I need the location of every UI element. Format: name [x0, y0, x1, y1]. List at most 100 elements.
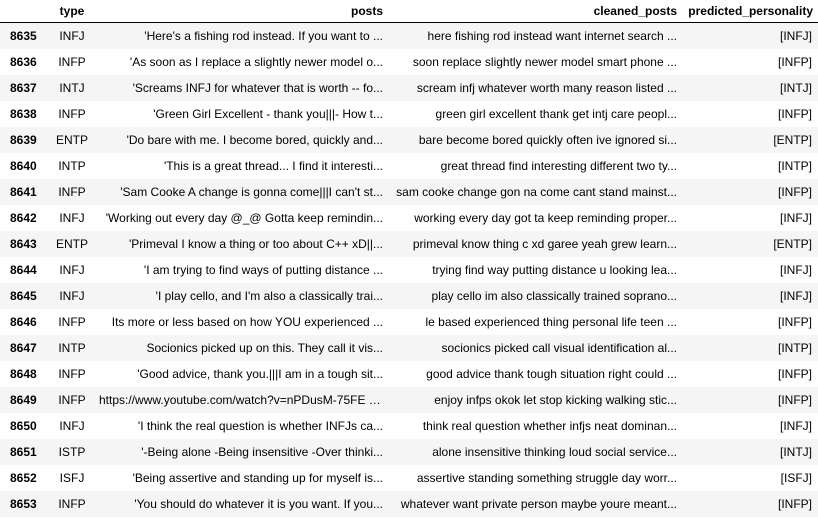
- type-cell: INFP: [58, 314, 86, 329]
- table-row: 8635 INFJ 'Here's a fishing rod instead. I…: [0, 22, 818, 49]
- posts-cell: 'Do bare with me. I become bored, quickl…: [126, 132, 383, 147]
- table-row: 8644 INFJ 'I am trying to find ways of put…: [0, 256, 818, 283]
- posts-cell: Socionics picked up on this. They call i…: [146, 340, 383, 355]
- posts-cell: 'Primeval I know a thing or too about C+…: [129, 236, 383, 251]
- type-cell: INTP: [58, 158, 86, 173]
- cleaned-posts-cell: primeval know thing c xd garee yeah grew…: [412, 236, 677, 251]
- predicted-personality-cell: [INFP]: [777, 54, 812, 69]
- posts-cell: 'Screams INFJ for whatever that is worth…: [132, 80, 383, 95]
- table-row: 8650 INFJ 'I think the real question is wh…: [0, 412, 818, 439]
- predicted-personality-cell: [ENTP]: [773, 132, 812, 147]
- predicted-personality-cell: [INTJ]: [780, 80, 812, 95]
- predicted-personality-cell: [INFP]: [777, 314, 812, 329]
- posts-cell: 'This is a great thread... I find it int…: [163, 158, 383, 173]
- cleaned-posts-cell: good advice thank tough situation right …: [426, 366, 677, 381]
- posts-column-header: posts: [94, 0, 388, 23]
- type-cell: ISTP: [58, 444, 86, 459]
- posts-cell: 'I am trying to find ways of putting dis…: [143, 262, 383, 277]
- type-cell: INFJ: [59, 28, 85, 43]
- table-row: 8638 INFP 'Green Girl Excellent - thank yo…: [0, 100, 818, 127]
- predicted-personality-cell: [ISFJ]: [780, 470, 812, 485]
- posts-cell: 'Good advice, thank you.|||I am in a tou…: [137, 366, 383, 381]
- predicted-personality-cell: [ENTP]: [773, 236, 812, 251]
- posts-cell: 'Sam Cooke A change is gonna come|||I ca…: [120, 184, 383, 199]
- cleaned-posts-cell: assertive standing something struggle da…: [416, 470, 677, 485]
- cleaned-posts-cell: working every day got ta keep reminding …: [414, 210, 677, 225]
- table-header: type posts cleaned_posts predicted_perso…: [0, 0, 818, 23]
- predicted-personality-cell: [INFP]: [777, 392, 812, 407]
- table-row: 8646 INFP Its more or less based on how YO…: [0, 308, 818, 335]
- row-index: 8635: [10, 28, 37, 43]
- row-index: 8642: [10, 210, 37, 225]
- cleaned-posts-cell: whatever want private person maybe youre…: [400, 496, 677, 511]
- predicted-personality-cell: [INFJ]: [780, 210, 812, 225]
- posts-cell: 'Green Girl Excellent - thank you|||- Ho…: [153, 106, 383, 121]
- row-index: 8643: [10, 236, 37, 251]
- type-cell: INFJ: [59, 418, 85, 433]
- predicted-personality-cell: [INFP]: [777, 496, 812, 511]
- table-row: 8649 INFP https://www.youtube.com/watch?v=…: [0, 386, 818, 413]
- table-row: 8645 INFJ 'I play cello, and I'm also a cl…: [0, 282, 818, 309]
- cleaned-posts-cell: great thread find interesting different …: [440, 158, 677, 173]
- posts-cell: 'As soon as I replace a slightly newer m…: [129, 54, 383, 69]
- row-index: 8645: [10, 288, 37, 303]
- cleaned-posts-cell: soon replace slightly newer model smart …: [412, 54, 677, 69]
- cleaned-posts-cell: scream infj whatever worth many reason l…: [416, 80, 677, 95]
- dataframe-table: type posts cleaned_posts predicted_perso…: [0, 0, 818, 517]
- row-index: 8638: [10, 106, 37, 121]
- cleaned-posts-cell: think real question whether infjs neat d…: [422, 418, 677, 433]
- row-index: 8640: [10, 158, 37, 173]
- type-cell: ISFJ: [59, 470, 85, 485]
- row-index: 8647: [10, 340, 37, 355]
- cleaned-posts-cell: play cello im also classically trained s…: [431, 288, 677, 303]
- table-row: 8648 INFP 'Good advice, thank you.|||I am …: [0, 360, 818, 387]
- row-index: 8637: [10, 80, 37, 95]
- predicted-personality-cell: [INFP]: [777, 106, 812, 121]
- table-row: 8643 ENTP 'Primeval I know a thing or too …: [0, 230, 818, 257]
- type-cell: ENTP: [55, 132, 88, 147]
- row-index: 8650: [10, 418, 37, 433]
- type-cell: INTP: [58, 340, 86, 355]
- predicted-personality-cell: [INTP]: [777, 340, 812, 355]
- table-row: 8641 INFP 'Sam Cooke A change is gonna com…: [0, 178, 818, 205]
- table-body: 8635 INFJ 'Here's a fishing rod instead. I…: [0, 22, 818, 517]
- cleaned-posts-cell: alone insensitive thinking loud social s…: [432, 444, 677, 459]
- type-cell: ENTP: [55, 236, 88, 251]
- cleaned-posts-cell: socionics picked call visual identificat…: [441, 340, 677, 355]
- posts-cell: 'Here's a fishing rod instead. If you wa…: [144, 28, 383, 43]
- posts-cell: 'Being assertive and standing up for mys…: [132, 470, 383, 485]
- cleaned-posts-cell: le based experienced thing personal life…: [425, 314, 677, 329]
- predicted-personality-cell: [INFP]: [777, 366, 812, 381]
- predicted-personality-cell: [INTJ]: [780, 444, 812, 459]
- type-cell: INFP: [58, 184, 86, 199]
- table-row: 8639 ENTP 'Do bare with me. I become bored…: [0, 126, 818, 153]
- table-row: 8637 INTJ 'Screams INFJ for whatever that …: [0, 74, 818, 101]
- row-index: 8641: [10, 184, 37, 199]
- predicted-personality-cell: [INFJ]: [780, 28, 812, 43]
- row-index: 8653: [10, 496, 37, 511]
- table-row: 8642 INFJ 'Working out every day @_@ Gotta…: [0, 204, 818, 231]
- type-cell: INFP: [58, 366, 86, 381]
- table-row: 8653 INFP 'You should do whatever it is yo…: [0, 490, 818, 517]
- predicted-personality-cell: [INFJ]: [780, 262, 812, 277]
- posts-cell: 'Working out every day @_@ Gotta keep re…: [105, 210, 383, 225]
- type-cell: INTJ: [59, 80, 85, 95]
- cleaned-posts-cell: sam cooke change gon na come cant stand …: [396, 184, 677, 199]
- predicted-personality-cell: [INFJ]: [780, 288, 812, 303]
- type-cell: INFJ: [59, 262, 85, 277]
- predicted-personality-cell: [INFP]: [777, 184, 812, 199]
- table-row: 8651 ISTP '-Being alone -Being insensitive…: [0, 438, 818, 465]
- cleaned-posts-cell: trying find way putting distance u looki…: [432, 262, 677, 277]
- row-index: 8646: [10, 314, 37, 329]
- type-cell: INFP: [58, 496, 86, 511]
- predicted-personality-cell: [INTP]: [777, 158, 812, 173]
- table-row: 8640 INTP 'This is a great thread... I fin…: [0, 152, 818, 179]
- posts-cell: https://www.youtube.com/watch?v=nPDusM-7…: [99, 392, 386, 407]
- table-row: 8652 ISFJ 'Being assertive and standing up…: [0, 464, 818, 491]
- type-cell: INFP: [58, 392, 86, 407]
- posts-cell: Its more or less based on how YOU experi…: [111, 314, 383, 329]
- posts-cell: 'I play cello, and I'm also a classicall…: [155, 288, 383, 303]
- type-cell: INFP: [58, 106, 86, 121]
- type-cell: INFJ: [59, 288, 85, 303]
- posts-cell: '-Being alone -Being insensitive -Over t…: [141, 444, 383, 459]
